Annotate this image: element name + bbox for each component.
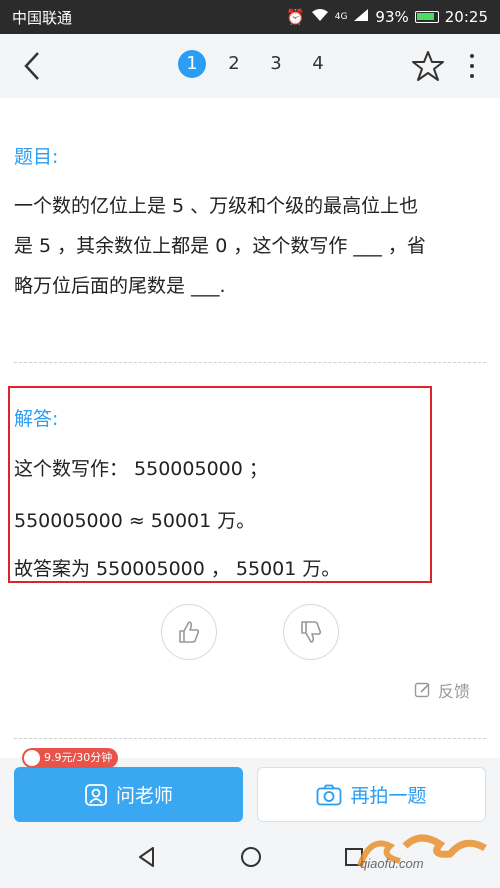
answer-line: 这个数写作： 550005000 ； [14,458,268,480]
watermark-logo: qiaofu.com [350,826,500,888]
wifi-icon [311,8,329,26]
question-line: 是 5 ，其余数位上都是 0 ，这个数写作 ___ ，省 [14,235,426,257]
bottom-action-bar: 问老师 9.9元/30分钟 再拍一题 [0,748,500,830]
nav-back-button[interactable] [135,845,159,873]
page-tab-2[interactable]: 2 [220,50,248,78]
dot-icon [470,54,474,58]
top-nav: 1 2 3 4 [0,34,500,98]
thumbs-up-icon [179,621,200,643]
page-tab-4[interactable]: 4 [304,50,332,78]
question-card: 题目: 一个数的亿位上是 5 、万级和个级的最高位上也 是 5 ，其余数位上都是… [0,98,500,758]
battery-percent: 93% [375,8,409,26]
carrier-name: 中国联通 [12,8,73,27]
more-options-button[interactable] [460,48,484,84]
divider [14,738,486,739]
question-label: 题目: [14,146,59,168]
retake-photo-button[interactable]: 再拍一题 [257,767,486,822]
question-line: 一个数的亿位上是 5 、万级和个级的最高位上也 [14,195,419,217]
answer-line: 故答案为 550005000 ， 55001 万。 [14,558,341,580]
dislike-button[interactable] [283,604,339,660]
retake-label: 再拍一题 [350,785,427,807]
status-bar: 中国联通 ⏰ 4G 93% 20:25 [0,0,500,34]
edit-icon [414,682,430,698]
favorite-button[interactable] [410,48,446,84]
star-icon [412,51,444,81]
answer-label: 解答: [14,408,59,430]
clock: 20:25 [444,8,488,26]
nav-home-button[interactable] [239,845,263,873]
like-button[interactable] [161,604,217,660]
network-type: 4G [334,12,348,22]
watermark-text: qiaofu.com [360,856,424,871]
battery-icon [414,11,439,23]
camera-icon [317,784,342,805]
dot-icon [470,64,474,68]
question-text: 一个数的亿位上是 5 、万级和个级的最高位上也 是 5 ，其余数位上都是 0 ，… [14,186,486,306]
triangle-back-icon [139,847,154,867]
back-button[interactable] [16,48,50,84]
page-tab-3[interactable]: 3 [262,50,290,78]
question-line: 略万位后面的尾数是 ___. [14,275,226,297]
page-tab-1[interactable]: 1 [178,50,206,78]
dot-icon [470,74,474,78]
chevron-left-icon [24,52,39,80]
promo-badge: 9.9元/30分钟 [22,748,119,768]
ask-teacher-label: 问老师 [115,785,173,807]
page-tabs: 1 2 3 4 [178,50,332,78]
alarm-icon: ⏰ [286,8,305,26]
answer-line: 550005000 ≈ 50001 万。 [14,510,256,532]
divider [14,362,486,363]
circle-home-icon [241,847,261,867]
feedback-button[interactable]: 反馈 [414,678,470,702]
signal-icon [353,8,369,26]
ask-teacher-button[interactable]: 问老师 [14,767,243,822]
thumbs-down-icon [301,621,322,643]
feedback-label: 反馈 [438,682,471,701]
teacher-icon [85,783,107,806]
